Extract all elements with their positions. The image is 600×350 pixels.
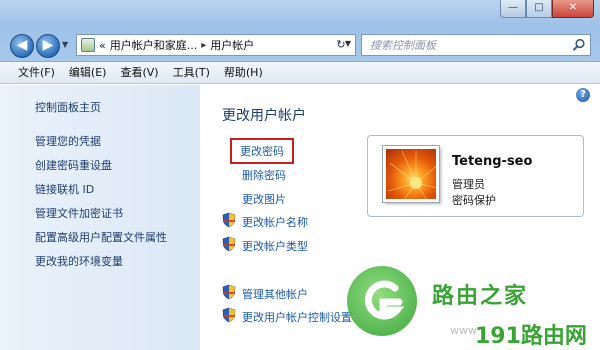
- uac-shield-icon: [222, 236, 236, 252]
- avatar: [383, 146, 439, 202]
- change-password-link[interactable]: 更改密码: [230, 138, 294, 164]
- link-create-reset-disk[interactable]: 创建密码重设盘: [35, 157, 112, 173]
- flower-picture-icon: [387, 150, 436, 199]
- link-control-panel-home[interactable]: 控制面板主页: [35, 99, 101, 115]
- link-environment-variables[interactable]: 更改我的环境变量: [35, 253, 123, 269]
- watermark-logo-icon: [347, 266, 417, 336]
- minimize-button[interactable]: —: [500, 0, 526, 18]
- search-input[interactable]: 搜索控制面板: [361, 34, 591, 56]
- address-bar[interactable]: « 用户帐户和家庭... ▸ 用户帐户 ▼: [76, 34, 356, 56]
- menu-help[interactable]: 帮助(H): [218, 62, 269, 84]
- help-icon[interactable]: ?: [576, 88, 590, 102]
- uac-settings-link[interactable]: 更改用户帐户控制设置: [242, 309, 352, 325]
- link-manage-credentials[interactable]: 管理您的凭据: [35, 133, 101, 149]
- close-button[interactable]: ✕: [552, 0, 594, 18]
- watermark-site-prefix: www: [450, 324, 477, 337]
- menu-edit[interactable]: 编辑(E): [63, 62, 113, 84]
- uac-shield-icon: [222, 284, 236, 300]
- link-online-id[interactable]: 链接联机 ID: [35, 181, 94, 197]
- address-prefix: «: [99, 38, 106, 52]
- link-file-encryption-certs[interactable]: 管理文件加密证书: [35, 205, 123, 221]
- back-button[interactable]: ◀: [10, 34, 34, 58]
- link-advanced-profile[interactable]: 配置高级用户配置文件属性: [35, 229, 167, 245]
- maximize-button[interactable]: □: [526, 0, 552, 18]
- search-icon[interactable]: [572, 38, 586, 52]
- search-placeholder: 搜索控制面板: [370, 39, 436, 52]
- breadcrumb-user-accounts[interactable]: 用户帐户: [210, 37, 254, 53]
- menu-tools[interactable]: 工具(T): [167, 62, 216, 84]
- menu-view[interactable]: 查看(V): [114, 62, 164, 84]
- change-picture-link[interactable]: 更改图片: [242, 191, 286, 207]
- page-title: 更改用户帐户: [222, 108, 306, 124]
- breadcrumb-separator-icon[interactable]: ▸: [201, 40, 206, 51]
- user-name: Teteng-seo: [452, 154, 533, 169]
- remove-password-link[interactable]: 删除密码: [242, 167, 286, 183]
- watermark-brand-2: 191路由网: [475, 324, 587, 349]
- refresh-icon[interactable]: ↻: [330, 36, 352, 54]
- manage-other-accounts-link[interactable]: 管理其他帐户: [242, 286, 308, 302]
- forward-button[interactable]: ▶: [36, 34, 60, 58]
- left-task-pane: 控制面板主页 管理您的凭据 创建密码重设盘 链接联机 ID 管理文件加密证书 配…: [0, 85, 200, 350]
- recent-pages-chevron-down-icon[interactable]: ▼: [62, 40, 68, 49]
- password-status: 密码保护: [452, 194, 496, 207]
- change-account-type-link[interactable]: 更改帐户类型: [242, 238, 308, 254]
- watermark-brand-1: 路由之家: [432, 284, 529, 309]
- menu-bar: 文件(F) 编辑(E) 查看(V) 工具(T) 帮助(H): [0, 62, 600, 84]
- user-role: 管理员: [452, 178, 485, 191]
- window-controls: — □ ✕: [500, 0, 594, 18]
- control-panel-icon: [81, 38, 95, 52]
- breadcrumb-user-accounts-family[interactable]: 用户帐户和家庭...: [110, 37, 198, 53]
- window-chrome: — □ ✕ ◀ ▶ ▼ « 用户帐户和家庭... ▸ 用户帐户 ▼ ↻ 搜索控制…: [0, 0, 600, 62]
- uac-shield-icon: [222, 307, 236, 323]
- menu-file[interactable]: 文件(F): [12, 62, 61, 84]
- uac-shield-icon: [222, 212, 236, 228]
- user-account-card: Teteng-seo 管理员 密码保护: [367, 135, 584, 217]
- change-account-name-link[interactable]: 更改帐户名称: [242, 214, 308, 230]
